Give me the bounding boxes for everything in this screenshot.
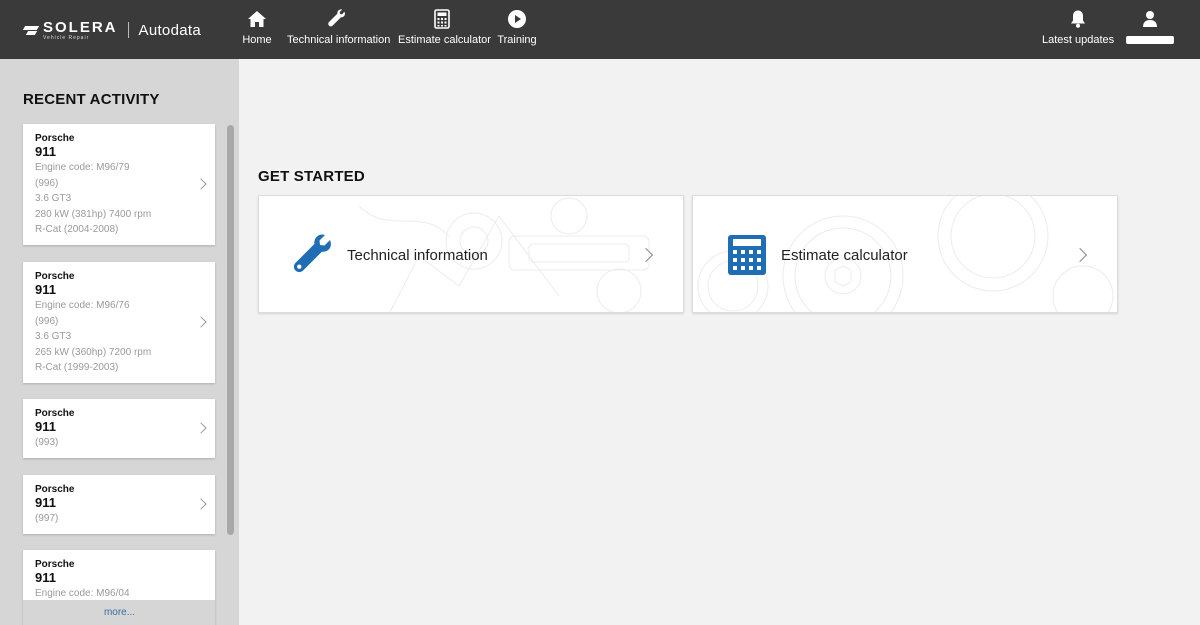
recent-activity-card[interactable]: Porsche 911 (993) <box>23 399 215 458</box>
recent-activity-card[interactable]: Porsche 911 (997) <box>23 475 215 534</box>
calculator-icon <box>434 9 450 29</box>
vehicle-model: 911 <box>35 419 56 434</box>
solera-mark-icon <box>24 23 38 37</box>
nav-technical-information[interactable]: Technical information <box>287 8 391 50</box>
sidebar-scrollbar[interactable] <box>227 125 234 535</box>
nav-latest-updates-label: Latest updates <box>1042 34 1115 46</box>
chevron-right-icon <box>195 422 207 434</box>
recent-activity-card[interactable]: Porsche 911 Engine code: M96/76 (996) 3.… <box>23 262 215 383</box>
vehicle-detail-line: (996) <box>35 315 59 327</box>
brand-name-block: SOLERA Vehicle Repair <box>43 20 118 41</box>
play-icon <box>508 10 526 28</box>
technical-information-tile[interactable]: Technical information <box>258 195 684 313</box>
vehicle-detail-line: R-Cat (1999-2003) <box>35 362 119 374</box>
nav-latest-updates[interactable]: Latest updates <box>1042 8 1114 50</box>
wrench-icon <box>328 9 345 27</box>
nav-training[interactable]: Training <box>497 8 537 50</box>
vehicle-model: 911 <box>35 570 56 585</box>
chevron-right-icon <box>195 178 207 190</box>
get-started-title: GET STARTED <box>258 168 365 185</box>
vehicle-detail-line: Engine code: M96/79 <box>35 162 130 173</box>
nav-estimate-calculator-label: Estimate calculator <box>398 34 491 46</box>
vehicle-detail-line: 3.6 GT3 <box>35 331 72 343</box>
vehicle-detail-line: R-Cat (2004-2008) <box>35 224 119 236</box>
vehicle-make: Porsche <box>35 559 75 570</box>
brand-divider <box>127 22 129 38</box>
vehicle-details: Engine code: M96/76 (996) 3.6 GT3 265 kW… <box>35 298 151 376</box>
recent-activity-title: RECENT ACTIVITY <box>23 91 160 108</box>
vehicle-make: Porsche <box>35 484 75 495</box>
nav-training-label: Training <box>497 34 537 46</box>
vehicle-detail-line: (993) <box>35 437 59 448</box>
vehicle-detail-line: (996) <box>35 177 59 189</box>
redacted-username <box>1126 36 1174 44</box>
vehicle-make: Porsche <box>35 133 75 144</box>
top-navigation-bar: SOLERA Vehicle Repair Autodata Home Tech… <box>0 0 1200 59</box>
vehicle-detail-line: (997) <box>35 513 59 524</box>
vehicle-detail-line: 265 kW (360hp) 7200 rpm <box>35 346 152 358</box>
vehicle-detail-line: Engine code: M96/76 <box>35 300 130 311</box>
vehicle-model: 911 <box>35 144 56 159</box>
vehicle-detail-line: 280 kW (381hp) 7400 rpm <box>35 208 152 220</box>
more-recent-activity-link[interactable]: more... <box>0 607 239 618</box>
chevron-right-icon <box>195 498 207 510</box>
vehicle-details: (997) <box>35 511 58 527</box>
home-icon <box>248 11 266 27</box>
vehicle-details: (993) <box>35 435 58 451</box>
nav-estimate-calculator[interactable]: Estimate calculator <box>398 8 491 50</box>
vehicle-make: Porsche <box>35 408 75 419</box>
wrench-icon <box>293 234 331 273</box>
vehicle-details: Engine code: M96/79 (996) 3.6 GT3 280 kW… <box>35 160 151 238</box>
vehicle-make: Porsche <box>35 271 75 282</box>
chevron-right-icon <box>195 316 207 328</box>
nav-home[interactable]: Home <box>240 8 274 50</box>
technical-information-tile-label: Technical information <box>347 247 488 264</box>
estimate-calculator-tile-label: Estimate calculator <box>781 247 908 264</box>
vehicle-model: 911 <box>35 495 56 510</box>
calculator-icon <box>728 235 766 275</box>
nav-technical-information-label: Technical information <box>287 34 391 46</box>
bell-icon <box>1071 10 1085 28</box>
brand-subtitle: Vehicle Repair <box>43 34 90 41</box>
nav-user-account[interactable] <box>1124 8 1176 50</box>
recent-activity-card[interactable]: Porsche 911 Engine code: M96/79 (996) 3.… <box>23 124 215 245</box>
brand-name: SOLERA <box>43 18 118 36</box>
vehicle-model: 911 <box>35 282 56 297</box>
user-icon <box>1143 11 1157 27</box>
brand-logo[interactable]: SOLERA Vehicle Repair Autodata <box>24 18 201 42</box>
nav-home-label: Home <box>242 34 272 46</box>
vehicle-detail-line: 3.6 GT3 <box>35 193 72 205</box>
product-name: Autodata <box>138 21 201 39</box>
recent-activity-sidebar: RECENT ACTIVITY Porsche 911 Engine code:… <box>0 59 239 625</box>
estimate-calculator-tile[interactable]: Estimate calculator <box>692 195 1118 313</box>
